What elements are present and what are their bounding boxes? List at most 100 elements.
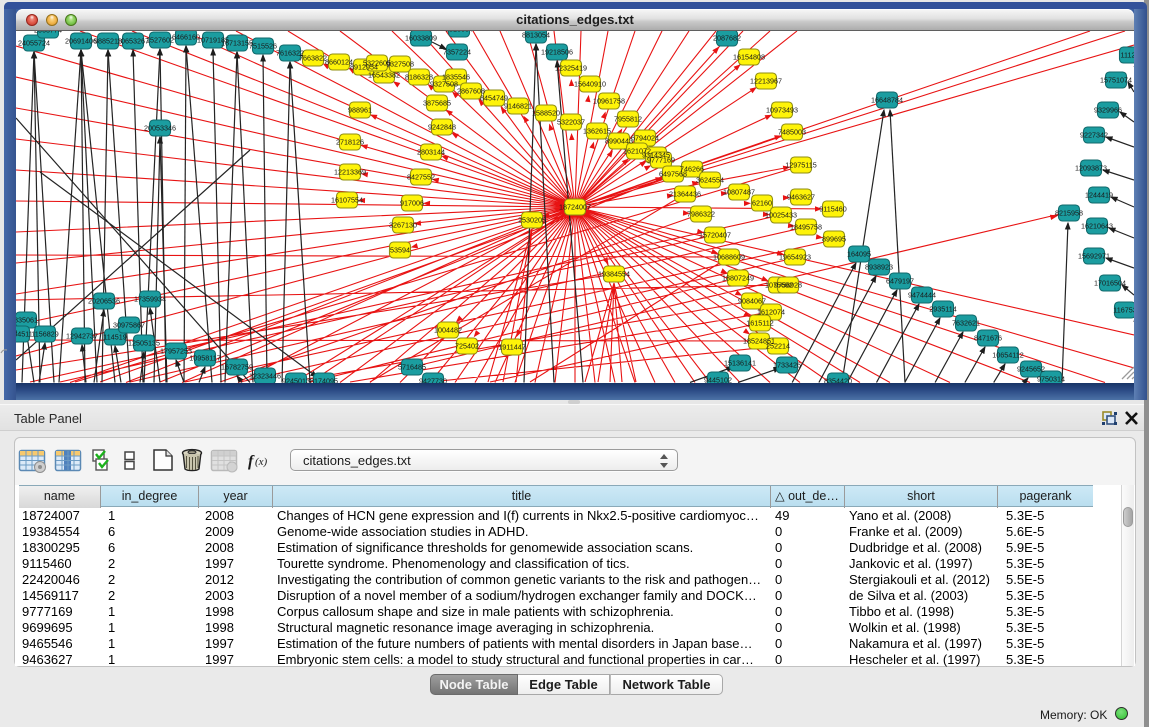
svg-text:9146821: 9146821 xyxy=(504,102,532,111)
svg-text:8813054: 8813054 xyxy=(445,31,473,34)
svg-text:12975115: 12975115 xyxy=(785,161,816,170)
svg-text:20053346: 20053346 xyxy=(144,124,176,133)
svg-text:24055724: 24055724 xyxy=(18,39,50,48)
svg-text:9245652: 9245652 xyxy=(1017,365,1045,374)
svg-text:16107554: 16107554 xyxy=(331,196,363,205)
svg-text:5322037: 5322037 xyxy=(557,118,585,127)
svg-text:3875685: 3875685 xyxy=(423,99,451,108)
svg-text:116753: 116753 xyxy=(1113,306,1134,315)
svg-text:3267130: 3267130 xyxy=(389,221,417,230)
svg-text:7357224: 7357224 xyxy=(443,48,471,57)
svg-text:18807249: 18807249 xyxy=(722,274,754,283)
svg-text:252214: 252214 xyxy=(766,342,790,351)
svg-text:2087682: 2087682 xyxy=(713,34,741,43)
svg-text:19218506: 19218506 xyxy=(541,48,573,57)
svg-text:2530205: 2530205 xyxy=(518,216,546,225)
svg-text:62160: 62160 xyxy=(752,199,772,208)
svg-text:8471676: 8471676 xyxy=(974,334,1002,343)
svg-text:(x): (x) xyxy=(255,456,268,468)
svg-text:6794024: 6794024 xyxy=(631,134,659,143)
svg-text:899695: 899695 xyxy=(822,235,846,244)
svg-text:12213967: 12213967 xyxy=(750,77,782,86)
svg-text:7663822: 7663822 xyxy=(299,54,327,63)
svg-text:7515526: 7515526 xyxy=(249,42,277,51)
svg-text:1004482: 1004482 xyxy=(434,326,462,335)
svg-text:9227342: 9227342 xyxy=(1080,131,1108,140)
svg-text:7986322: 7986322 xyxy=(687,210,715,219)
svg-text:114519: 114519 xyxy=(103,333,126,342)
svg-text:9242848: 9242848 xyxy=(428,123,456,132)
svg-text:30975867: 30975867 xyxy=(113,321,145,330)
svg-text:988961: 988961 xyxy=(348,106,372,115)
svg-text:9327508: 9327508 xyxy=(386,60,414,69)
svg-text:15640910: 15640910 xyxy=(574,80,606,89)
svg-text:15692971: 15692971 xyxy=(1078,252,1110,261)
svg-text:10654112: 10654112 xyxy=(992,351,1023,360)
svg-text:9427730: 9427730 xyxy=(419,377,447,383)
svg-text:8990443: 8990443 xyxy=(605,137,633,146)
svg-text:16782759: 16782759 xyxy=(221,363,253,372)
svg-text:8174095: 8174095 xyxy=(310,377,338,383)
svg-text:835061: 835061 xyxy=(16,316,38,325)
svg-text:8938923: 8938923 xyxy=(865,263,893,272)
svg-text:16154808: 16154808 xyxy=(733,53,765,62)
svg-text:1612074: 1612074 xyxy=(757,308,785,317)
svg-text:20691406: 20691406 xyxy=(65,37,97,46)
svg-text:10973493: 10973493 xyxy=(766,106,798,115)
svg-text:2718126: 2718126 xyxy=(336,138,364,147)
svg-text:9756928: 9756928 xyxy=(774,281,802,290)
svg-text:10688609: 10688609 xyxy=(713,253,745,262)
svg-text:9084067: 9084067 xyxy=(738,297,766,306)
svg-text:164095: 164095 xyxy=(847,250,871,259)
svg-text:12505135: 12505135 xyxy=(128,339,160,348)
svg-text:f: f xyxy=(248,453,255,470)
svg-text:12325419: 12325419 xyxy=(555,64,587,73)
svg-text:16210643: 16210643 xyxy=(1081,222,1113,231)
svg-text:9750314: 9750314 xyxy=(1037,375,1065,383)
svg-text:16033809: 16033809 xyxy=(405,34,437,43)
svg-text:17016504: 17016504 xyxy=(1094,279,1126,288)
svg-text:7485003: 7485003 xyxy=(778,128,806,137)
svg-text:10807487: 10807487 xyxy=(723,188,755,197)
svg-text:1156829: 1156829 xyxy=(31,330,58,339)
svg-text:9777169: 9777169 xyxy=(647,156,675,165)
svg-text:9329966: 9329966 xyxy=(1094,106,1122,115)
svg-text:3624554: 3624554 xyxy=(696,176,724,185)
svg-text:17957253: 17957253 xyxy=(160,347,192,356)
svg-text:12323446: 12323446 xyxy=(249,372,281,381)
svg-text:7284511: 7284511 xyxy=(16,330,33,339)
svg-text:12093873: 12093873 xyxy=(1075,164,1107,173)
svg-text:10961758: 10961758 xyxy=(593,97,625,106)
svg-text:1911447: 1911447 xyxy=(498,343,525,352)
svg-text:10958117: 10958117 xyxy=(189,354,220,363)
svg-text:12213369: 12213369 xyxy=(334,168,366,177)
svg-text:1588520: 1588520 xyxy=(532,109,560,118)
svg-text:6466160: 6466160 xyxy=(172,33,200,42)
svg-text:1527602: 1527602 xyxy=(146,36,174,45)
svg-text:746266: 746266 xyxy=(680,165,704,174)
svg-text:7632621: 7632621 xyxy=(952,319,980,328)
svg-text:9115460: 9115460 xyxy=(819,205,846,214)
svg-text:9474444: 9474444 xyxy=(908,291,936,300)
svg-text:6479197: 6479197 xyxy=(886,277,914,286)
svg-text:2935114: 2935114 xyxy=(929,305,956,314)
svg-text:15720407: 15720407 xyxy=(699,231,731,240)
svg-text:9463627: 9463627 xyxy=(787,193,815,202)
svg-text:8813054: 8813054 xyxy=(522,31,550,40)
svg-text:8427552: 8427552 xyxy=(407,173,435,182)
svg-text:20206536: 20206536 xyxy=(88,297,120,306)
svg-text:10653267: 10653267 xyxy=(117,37,149,46)
svg-text:917006: 917006 xyxy=(400,199,424,208)
svg-text:9245013: 9245013 xyxy=(282,377,310,383)
svg-text:15136141: 15136141 xyxy=(724,359,756,368)
svg-text:2803144: 2803144 xyxy=(417,148,445,157)
svg-text:19384554: 19384554 xyxy=(598,270,630,279)
svg-text:18495758: 18495758 xyxy=(790,223,822,232)
svg-text:1835546: 1835546 xyxy=(442,73,470,82)
svg-text:1615112: 1615112 xyxy=(746,319,773,328)
svg-text:16543382: 16543382 xyxy=(368,71,400,80)
svg-text:12942737: 12942737 xyxy=(66,332,98,341)
svg-text:9445102: 9445102 xyxy=(704,376,732,383)
svg-text:10025433: 10025433 xyxy=(765,211,797,220)
svg-text:1733426: 1733426 xyxy=(773,361,801,370)
